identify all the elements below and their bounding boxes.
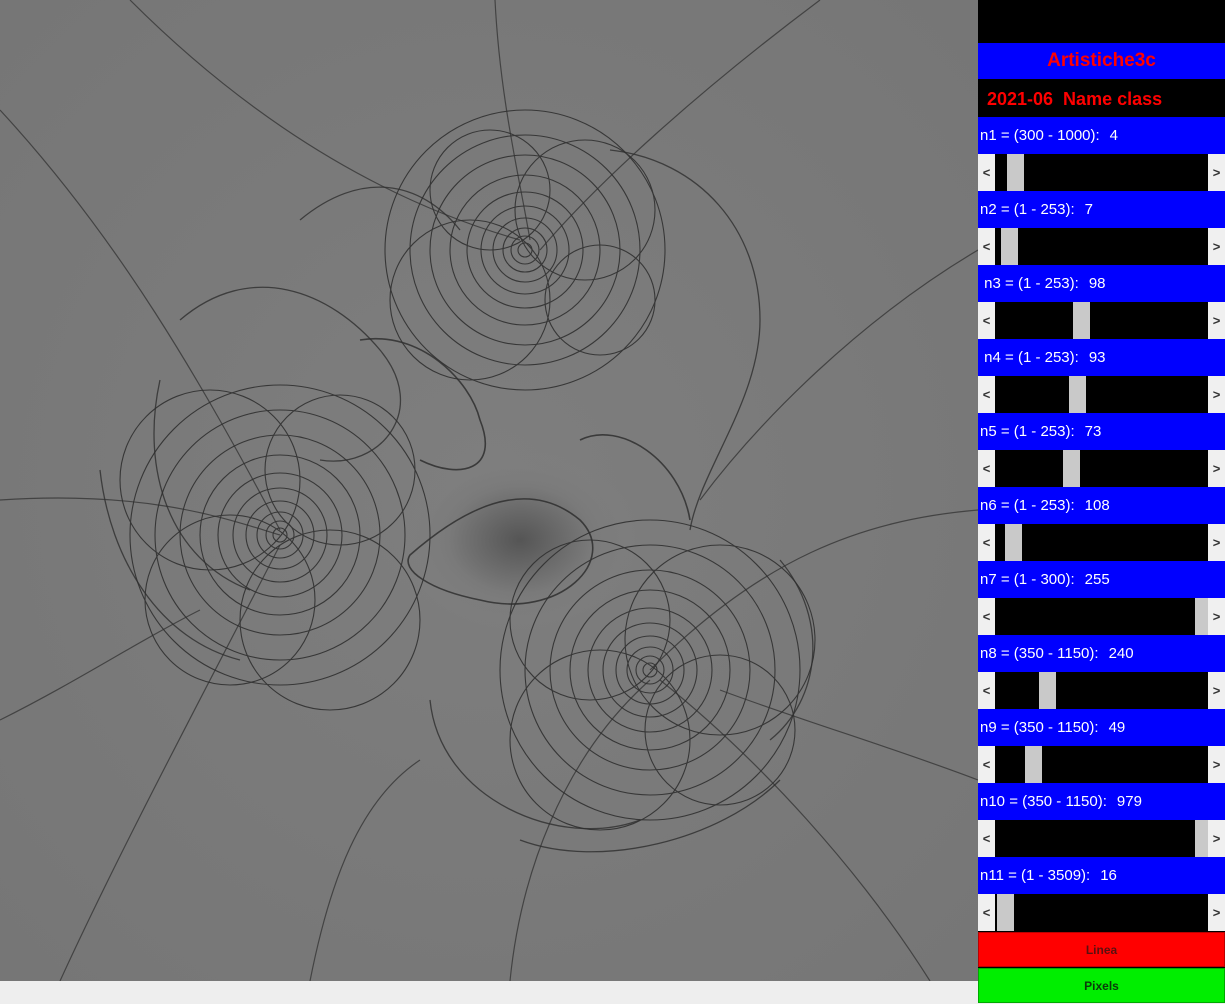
scroll-left-arrow-icon[interactable]: < [978,598,995,635]
param-value: 7 [1084,201,1093,218]
param-label-n5: n5 = (1 - 253): 73 [978,413,1225,450]
slider-thumb[interactable] [1007,154,1024,191]
param-slider-n3[interactable]: < > [978,302,1225,339]
param-slider-n2[interactable]: < > [978,228,1225,265]
slider-track[interactable] [995,302,1212,339]
param-label-text: n8 = (350 - 1150): [980,645,1099,662]
scroll-right-arrow-icon[interactable]: > [1208,450,1225,487]
scroll-left-arrow-icon[interactable]: < [978,524,995,561]
app-title: Artistiche3c [978,43,1225,79]
scroll-left-arrow-icon[interactable]: < [978,228,995,265]
scroll-right-arrow-icon[interactable]: > [1208,524,1225,561]
param-slider-n5[interactable]: < > [978,450,1225,487]
slider-track[interactable] [995,376,1212,413]
param-slider-n10[interactable]: < > [978,820,1225,857]
param-label-n11: n11 = (1 - 3509): 16 [978,857,1225,894]
param-value: 979 [1116,793,1142,810]
slider-thumb[interactable] [997,894,1014,931]
slider-thumb[interactable] [1025,746,1042,783]
param-label-n3: n3 = (1 - 253): 98 [978,265,1225,302]
slider-track[interactable] [995,672,1212,709]
param-slider-n8[interactable]: < > [978,672,1225,709]
scroll-left-arrow-icon[interactable]: < [978,450,995,487]
param-label-n9: n9 = (350 - 1150): 49 [978,709,1225,746]
scroll-right-arrow-icon[interactable]: > [1208,154,1225,191]
param-value: 98 [1088,275,1106,292]
scroll-left-arrow-icon[interactable]: < [978,376,995,413]
param-label-text: n2 = (1 - 253): [980,201,1075,218]
scroll-right-arrow-icon[interactable]: > [1208,598,1225,635]
param-label-text: n11 = (1 - 3509): [980,867,1091,884]
scroll-right-arrow-icon[interactable]: > [1208,820,1225,857]
param-label-text: n5 = (1 - 253): [980,423,1075,440]
param-slider-n9[interactable]: < > [978,746,1225,783]
param-label-n10: n10 = (350 - 1150): 979 [978,783,1225,820]
scroll-left-arrow-icon[interactable]: < [978,672,995,709]
slider-thumb[interactable] [1005,524,1022,561]
scroll-left-arrow-icon[interactable]: < [978,154,995,191]
control-panel: Artistiche3c 2021-06 Name class n1 = (30… [978,0,1225,1003]
slider-track[interactable] [995,820,1212,857]
param-label-text: n4 = (1 - 253): [980,349,1079,366]
param-slider-n11[interactable]: < > [978,894,1225,931]
param-slider-n7[interactable]: < > [978,598,1225,635]
param-label-text: n7 = (1 - 300): [980,571,1075,588]
param-label-n4: n4 = (1 - 253): 93 [978,339,1225,376]
slider-track[interactable] [995,894,1212,931]
param-value: 16 [1100,867,1117,884]
slider-thumb[interactable] [1063,450,1080,487]
param-value: 93 [1088,349,1106,366]
param-label-n2: n2 = (1 - 253): 7 [978,191,1225,228]
linea-button[interactable]: Linea [978,932,1225,967]
scroll-left-arrow-icon[interactable]: < [978,820,995,857]
fractal-image [0,0,978,981]
param-value: 108 [1084,497,1110,514]
param-label-text: n10 = (350 - 1150): [980,793,1107,810]
param-label-text: n3 = (1 - 253): [980,275,1079,292]
slider-thumb[interactable] [1039,672,1056,709]
param-slider-n1[interactable]: < > [978,154,1225,191]
slider-thumb[interactable] [1001,228,1018,265]
slider-thumb[interactable] [1069,376,1086,413]
param-value: 255 [1084,571,1110,588]
slider-track[interactable] [995,598,1212,635]
param-value: 240 [1108,645,1134,662]
scroll-right-arrow-icon[interactable]: > [1208,746,1225,783]
param-label-n6: n6 = (1 - 253): 108 [978,487,1225,524]
param-value: 73 [1084,423,1102,440]
fractal-canvas[interactable] [0,0,978,981]
scroll-left-arrow-icon[interactable]: < [978,302,995,339]
param-label-text: n9 = (350 - 1150): [980,719,1099,736]
scroll-left-arrow-icon[interactable]: < [978,746,995,783]
param-label-n8: n8 = (350 - 1150): 240 [978,635,1225,672]
param-label-text: n6 = (1 - 253): [980,497,1075,514]
slider-track[interactable] [995,746,1212,783]
param-label-n1: n1 = (300 - 1000): 4 [978,117,1225,154]
status-strip [0,981,978,1003]
param-slider-n4[interactable]: < > [978,376,1225,413]
slider-thumb[interactable] [1073,302,1090,339]
param-slider-n6[interactable]: < > [978,524,1225,561]
scroll-right-arrow-icon[interactable]: > [1208,302,1225,339]
slider-track[interactable] [995,450,1212,487]
param-value: 4 [1109,127,1119,144]
scroll-left-arrow-icon[interactable]: < [978,894,995,931]
slider-track[interactable] [995,154,1212,191]
param-label-n7: n7 = (1 - 300): 255 [978,561,1225,598]
param-label-text: n1 = (300 - 1000): [980,127,1100,144]
pixels-button[interactable]: Pixels [978,968,1225,1003]
param-value: 49 [1108,719,1126,736]
scroll-right-arrow-icon[interactable]: > [1208,672,1225,709]
scroll-right-arrow-icon[interactable]: > [1208,894,1225,931]
scroll-right-arrow-icon[interactable]: > [1208,228,1225,265]
panel-header-spacer [978,0,1225,43]
slider-track[interactable] [995,524,1212,561]
scroll-right-arrow-icon[interactable]: > [1208,376,1225,413]
app-subtitle: 2021-06 Name class [978,79,1225,117]
slider-track[interactable] [995,228,1212,265]
